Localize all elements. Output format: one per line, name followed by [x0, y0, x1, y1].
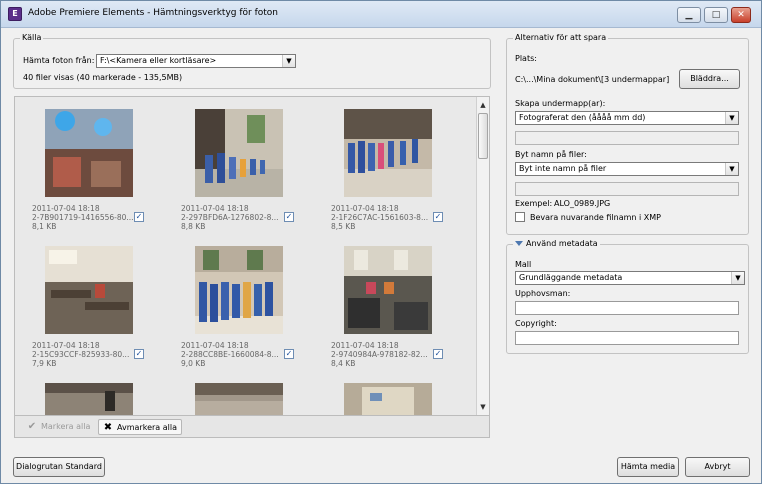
photo-filename: 2-15C93CCF-825933-80...: [32, 350, 130, 359]
photo-size: 8,4 KB: [331, 359, 356, 368]
copyright-field[interactable]: [515, 331, 739, 345]
photo-downloader-window: E Adobe Premiere Elements - Hämtningsver…: [0, 0, 762, 484]
photo-thumbnail[interactable]: [45, 109, 133, 197]
get-media-button[interactable]: Hämta media: [617, 457, 679, 477]
photo-board-partial: [344, 383, 432, 415]
uncheck-all-label: Avmarkera alla: [117, 423, 177, 432]
fetch-from-label: Hämta foton från:: [23, 56, 95, 65]
subfolder-name-field[interactable]: [515, 131, 739, 145]
photo-checkbox[interactable]: ✓: [134, 349, 144, 359]
rename-pattern-field[interactable]: [515, 182, 739, 196]
photo-size: 7,9 KB: [32, 359, 57, 368]
photo-checkbox[interactable]: ✓: [284, 349, 294, 359]
check-all-button[interactable]: ✔ Markera alla: [23, 419, 94, 435]
window-title: Adobe Premiere Elements - Hämtningsverkt…: [28, 8, 279, 18]
uncheck-all-button[interactable]: ✖ Avmarkera alla: [98, 419, 182, 435]
keep-filename-checkbox[interactable]: [515, 212, 525, 222]
close-button[interactable]: ✕: [731, 7, 751, 23]
location-value: C:\...\Mina dokument\[3 undermappar]: [515, 75, 670, 84]
photo-floor-partial: [195, 383, 283, 415]
photo-classroom-desks: [45, 246, 133, 334]
photo-thumbnail[interactable]: [344, 383, 432, 415]
premiere-elements-app-icon: E: [8, 7, 22, 21]
copyright-label: Copyright:: [515, 319, 557, 328]
photo-thumbnail[interactable]: [344, 246, 432, 334]
standard-dialog-button[interactable]: Dialogrutan Standard: [13, 457, 105, 477]
fetch-from-value: F:\<Kamera eller kortläsare>: [100, 56, 217, 65]
photo-thumbnail[interactable]: [195, 109, 283, 197]
fetch-from-select[interactable]: F:\<Kamera eller kortläsare> ▼: [96, 54, 296, 68]
example-label: Exempel:: [515, 199, 553, 208]
photo-children-corridor-line: [195, 109, 283, 197]
example-value: ALO_0989.JPG: [554, 199, 611, 208]
photo-filename: 2-297BFD6A-1276802-8...: [181, 213, 279, 222]
subfolder-label: Skapa undermapp(ar):: [515, 99, 606, 108]
source-group-label: Källa: [20, 33, 44, 42]
photo-date: 2011-07-04 18:18: [32, 341, 100, 350]
maximize-button[interactable]: □: [704, 7, 728, 23]
checkmark-icon: ✔: [27, 421, 37, 432]
title-bar: E Adobe Premiere Elements - Hämtningsver…: [1, 1, 761, 28]
photo-date: 2011-07-04 18:18: [331, 204, 399, 213]
metadata-group-header[interactable]: Använd metadata: [513, 239, 600, 248]
photo-date: 2011-07-04 18:18: [32, 204, 100, 213]
photo-date: 2011-07-04 18:18: [181, 341, 249, 350]
template-select[interactable]: Grundläggande metadata ▼: [515, 271, 745, 285]
photo-computer-classroom: [344, 246, 432, 334]
author-label: Upphovsman:: [515, 289, 571, 298]
template-label: Mall: [515, 260, 532, 269]
template-value: Grundläggande metadata: [519, 273, 623, 282]
photo-children-hall-line: [344, 109, 432, 197]
save-options-group-label: Alternativ för att spara: [513, 33, 609, 42]
photo-size: 9,0 KB: [181, 359, 206, 368]
photo-checkbox[interactable]: ✓: [284, 212, 294, 222]
photo-filename: 2-7B901719-1416556-80...: [32, 213, 134, 222]
location-label: Plats:: [515, 54, 537, 63]
photo-size: 8,1 KB: [32, 222, 57, 231]
chevron-down-icon: ▼: [731, 272, 744, 284]
scroll-down-arrow-icon[interactable]: ▼: [477, 401, 489, 413]
chevron-down-icon: ▼: [725, 112, 738, 124]
uncheck-icon: ✖: [103, 422, 113, 433]
photo-classroom-blue-light: [45, 109, 133, 197]
subfolder-select[interactable]: Fotograferat den (åååå mm dd) ▼: [515, 111, 739, 125]
photo-thumbnail[interactable]: [195, 383, 283, 415]
browse-button[interactable]: Bläddra...: [679, 69, 740, 89]
gallery-toolbar: ✔ Markera alla ✖ Avmarkera alla: [14, 416, 490, 438]
chevron-down-icon: ▼: [725, 163, 738, 175]
photo-thumbnail[interactable]: [45, 383, 133, 415]
photo-thumbnail[interactable]: [45, 246, 133, 334]
photo-size: 8,5 KB: [331, 222, 356, 231]
photo-date: 2011-07-04 18:18: [331, 341, 399, 350]
photo-checkbox[interactable]: ✓: [433, 349, 443, 359]
author-field[interactable]: [515, 301, 739, 315]
photo-checkbox[interactable]: ✓: [134, 212, 144, 222]
subfolder-value: Fotograferat den (åååå mm dd): [519, 113, 646, 122]
rename-select[interactable]: Byt inte namn på filer ▼: [515, 162, 739, 176]
gallery-scrollbar[interactable]: ▲ ▼: [476, 97, 489, 415]
photo-filename: 2-288CC8BE-1660084-8...: [181, 350, 279, 359]
photo-date: 2011-07-04 18:18: [181, 204, 249, 213]
minimize-button[interactable]: ▁: [677, 7, 701, 23]
rename-label: Byt namn på filer:: [515, 150, 587, 159]
collapse-triangle-icon: [515, 241, 523, 246]
photo-filename: 2-9740984A-978182-82...: [331, 350, 428, 359]
photo-children-uniform-line: [195, 246, 283, 334]
photo-gallery: 2011-07-04 18:18 2-7B901719-1416556-80..…: [14, 96, 490, 416]
metadata-group-label: Använd metadata: [526, 239, 598, 248]
photo-hall-partial: [45, 383, 133, 415]
photo-filename: 2-1F26C7AC-1561603-8...: [331, 213, 429, 222]
keep-filename-label: Bevara nuvarande filnamn i XMP: [530, 213, 661, 222]
check-all-label: Markera alla: [41, 422, 91, 431]
rename-value: Byt inte namn på filer: [519, 164, 607, 173]
scroll-up-arrow-icon[interactable]: ▲: [477, 99, 489, 111]
photo-checkbox[interactable]: ✓: [433, 212, 443, 222]
scroll-thumb[interactable]: [478, 113, 488, 159]
file-summary: 40 filer visas (40 markerade - 135,5MB): [23, 73, 183, 82]
photo-thumbnail[interactable]: [195, 246, 283, 334]
cancel-button[interactable]: Avbryt: [685, 457, 750, 477]
chevron-down-icon: ▼: [282, 55, 295, 67]
photo-thumbnail[interactable]: [344, 109, 432, 197]
photo-size: 8,8 KB: [181, 222, 206, 231]
